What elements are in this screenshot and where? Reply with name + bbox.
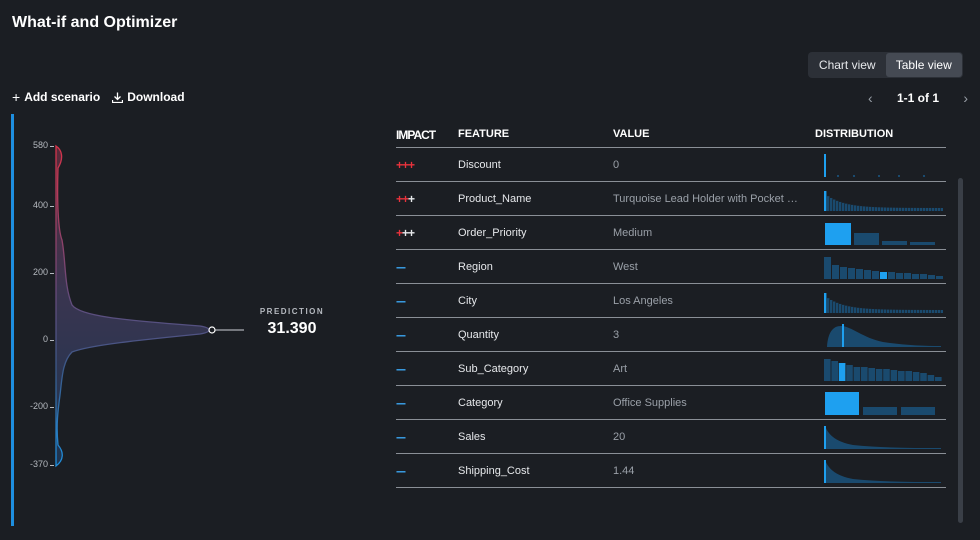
- feature-value[interactable]: Turquoise Lead Holder with Pocket …: [613, 193, 815, 205]
- impact-indicator: ---: [396, 260, 458, 274]
- table-row[interactable]: --- Sales 20: [396, 420, 946, 454]
- distribution-sparkline: [824, 190, 944, 211]
- feature-name: Quantity: [458, 328, 499, 341]
- feature-value[interactable]: Los Angeles: [613, 295, 815, 307]
- impact-symbol: -: [402, 259, 406, 274]
- distribution-sparkline: [825, 391, 935, 415]
- table-row[interactable]: --- Category Office Supplies: [396, 386, 946, 420]
- table-row[interactable]: +++ Discount 0: [396, 148, 946, 182]
- table-row[interactable]: --- City Los Angeles: [396, 284, 946, 318]
- impact-symbol: -: [402, 361, 406, 376]
- impact-indicator: ---: [396, 464, 458, 478]
- distribution-sparkline: [825, 222, 935, 245]
- distribution-cell: [815, 252, 946, 282]
- impact-indicator: +++: [396, 192, 458, 206]
- table-row[interactable]: --- Shipping_Cost 1.44: [396, 454, 946, 488]
- feature-name: Product_Name: [458, 192, 532, 205]
- impact-indicator: +++: [396, 226, 458, 240]
- table-body: +++ Discount 0 +++ Product_Name Turquoise Lea…: [396, 148, 946, 488]
- feature-name: Sales: [458, 430, 486, 443]
- col-impact[interactable]: IMPACT: [396, 128, 458, 147]
- feature-value[interactable]: 3: [613, 329, 815, 341]
- feature-table: IMPACT FEATURE VALUE DISTRIBUTION +++ Dis…: [396, 128, 946, 488]
- pagination-text: 1-1 of 1: [896, 91, 939, 105]
- table-row[interactable]: --- Region West: [396, 250, 946, 284]
- distribution-sparkline: [824, 358, 942, 381]
- feature-name: Sub_Category: [458, 362, 529, 375]
- impact-indicator: +++: [396, 158, 458, 172]
- feature-value[interactable]: Art: [613, 363, 815, 375]
- view-toggle: Chart view Table view: [808, 52, 963, 78]
- pagination: ‹ 1-1 of 1 ›: [868, 90, 968, 106]
- distribution-sparkline: [824, 256, 943, 279]
- table-row[interactable]: +++ Order_Priority Medium: [396, 216, 946, 250]
- prediction-marker[interactable]: [208, 326, 216, 334]
- distribution-sparkline: [827, 323, 941, 347]
- prev-page-icon[interactable]: ‹: [868, 90, 873, 106]
- feature-value[interactable]: Medium: [613, 227, 815, 239]
- distribution-sparkline: [824, 153, 925, 177]
- impact-symbol: +: [408, 157, 415, 172]
- impact-symbol: +: [408, 225, 415, 240]
- distribution-cell: [815, 286, 946, 316]
- impact-symbol: -: [402, 429, 406, 444]
- distribution-cell: [815, 184, 946, 214]
- prediction-distribution-chart: [55, 144, 244, 468]
- impact-symbol: -: [402, 327, 406, 342]
- impact-indicator: ---: [396, 362, 458, 376]
- col-distribution[interactable]: DISTRIBUTION: [815, 128, 946, 147]
- feature-name: City: [458, 294, 477, 307]
- feature-value[interactable]: West: [613, 261, 815, 273]
- distribution-cell: [815, 218, 946, 248]
- distribution-sparkline: [824, 292, 944, 313]
- chart-view-button[interactable]: Chart view: [809, 53, 886, 77]
- impact-symbol: -: [402, 463, 406, 478]
- distribution-cell: [815, 456, 946, 486]
- impact-indicator: ---: [396, 396, 458, 410]
- feature-name: Discount: [458, 158, 501, 171]
- distribution-cell: [815, 388, 946, 418]
- table-header: IMPACT FEATURE VALUE DISTRIBUTION: [396, 128, 946, 148]
- table-row[interactable]: --- Quantity 3: [396, 318, 946, 352]
- scrollbar[interactable]: [958, 178, 963, 523]
- distribution-sparkline: [824, 425, 941, 449]
- feature-value[interactable]: 20: [613, 431, 815, 443]
- impact-symbol: -: [402, 293, 406, 308]
- impact-symbol: -: [402, 395, 406, 410]
- impact-indicator: ---: [396, 430, 458, 444]
- table-row[interactable]: --- Sub_Category Art: [396, 352, 946, 386]
- feature-name: Shipping_Cost: [458, 464, 530, 477]
- impact-symbol: +: [408, 191, 415, 206]
- distribution-cell: [815, 320, 946, 350]
- distribution-cell: [815, 422, 946, 452]
- prediction-value: 31.390: [267, 320, 317, 337]
- table-row[interactable]: +++ Product_Name Turquoise Lead Holder wit…: [396, 182, 946, 216]
- table-view-button[interactable]: Table view: [885, 53, 962, 77]
- feature-value[interactable]: Office Supplies: [613, 397, 815, 409]
- col-feature[interactable]: FEATURE: [458, 128, 613, 147]
- impact-indicator: ---: [396, 328, 458, 342]
- next-page-icon[interactable]: ›: [963, 90, 968, 106]
- distribution-cell: [815, 150, 946, 180]
- col-value[interactable]: VALUE: [613, 128, 815, 147]
- violin-area: [55, 144, 210, 468]
- distribution-cell: [815, 354, 946, 384]
- feature-name: Order_Priority: [458, 226, 527, 239]
- feature-name: Category: [458, 396, 503, 409]
- feature-name: Region: [458, 260, 493, 273]
- impact-indicator: ---: [396, 294, 458, 308]
- feature-value[interactable]: 0: [613, 159, 815, 171]
- feature-value[interactable]: 1.44: [613, 465, 815, 477]
- distribution-sparkline: [824, 459, 941, 483]
- prediction-label: PREDICTION: [259, 307, 325, 316]
